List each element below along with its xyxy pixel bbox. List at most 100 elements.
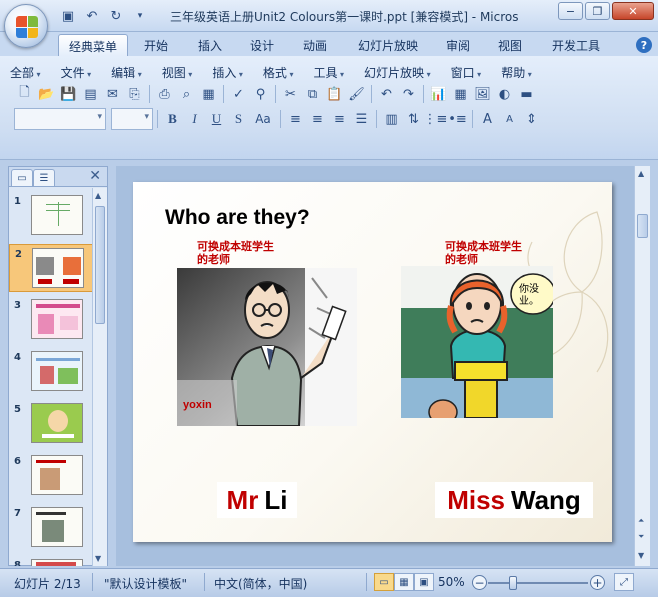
bullets-icon[interactable]: •≡ [447,109,468,129]
slide-thumbnail[interactable]: 7 [9,504,93,552]
font-name-combo[interactable] [14,108,106,130]
slide-thumbnail[interactable]: 5 [9,400,93,448]
paste-icon[interactable]: 📋 [324,84,345,104]
color-grayscale-icon[interactable]: ◐ [494,84,515,104]
copy-icon[interactable]: ⧉ [302,84,323,104]
zoom-level[interactable]: 50% [438,575,465,589]
redo-icon[interactable]: ↷ [398,84,419,104]
normal-view-icon[interactable]: ▭ [374,573,394,591]
next-slide-icon[interactable]: ⏷ [638,532,644,542]
tab-animations[interactable]: 动画 [293,34,337,56]
grow-font-icon[interactable]: A [477,109,498,129]
previous-slide-icon[interactable]: ⏶ [638,516,644,526]
menu-help[interactable]: 帮助 [501,64,532,81]
columns-icon[interactable]: ▥ [381,109,402,129]
italic-button[interactable]: I [184,109,205,129]
justify-icon[interactable]: ☰ [351,109,372,129]
slide-thumbnail[interactable]: 1 [9,192,93,240]
menu-window[interactable]: 窗口 [451,64,482,81]
cut-icon[interactable]: ✂ [280,84,301,104]
bold-button[interactable]: B [162,109,183,129]
fit-to-window-icon[interactable]: ⤢ [614,573,634,591]
save-icon[interactable]: 💾 [58,84,79,104]
name-label-miss-wang[interactable]: Miss Wang [435,482,593,518]
research-icon[interactable]: ⚲ [250,84,271,104]
menu-format[interactable]: 格式 [263,64,294,81]
menu-slideshow[interactable]: 幻灯片放映 [364,64,431,81]
align-center-icon[interactable]: ≡ [307,109,328,129]
tab-home[interactable]: 开始 [134,34,178,56]
new-file-icon[interactable]: 🗋 [14,84,35,104]
format-painter-icon[interactable]: 🖌 [346,84,367,104]
tab-view[interactable]: 视图 [488,34,532,56]
shrink-font-icon[interactable]: A [499,109,520,129]
text-direction-icon[interactable]: ⇅ [403,109,424,129]
zoom-icon[interactable]: ▬ [516,84,537,104]
scroll-up-icon[interactable]: ▲ [638,169,644,178]
outline-tab-icon[interactable]: ☰ [33,169,55,186]
menu-all[interactable]: 全部 [10,64,41,81]
restore-button[interactable]: ❐ [585,2,610,20]
scroll-thumb[interactable] [95,206,105,324]
print-preview-icon[interactable]: ⌕ [176,84,197,104]
slide-canvas[interactable]: Who are they? 可换成本班学生 的老师 可换成本班学生 的老师 yo… [133,182,612,542]
close-button[interactable]: ✕ [612,2,654,20]
female-teacher-picture[interactable]: 你没 业。 [401,266,553,418]
change-case-button[interactable]: Aa [250,109,276,129]
slide-thumbnail[interactable]: 3 [9,296,93,344]
numbering-icon[interactable]: ⋮≡ [424,109,448,129]
menu-view[interactable]: 视图 [162,64,193,81]
menu-tools[interactable]: 工具 [313,64,344,81]
align-left-icon[interactable]: ≡ [285,109,306,129]
underline-button[interactable]: U [206,109,227,129]
slideshow-view-icon[interactable]: ▣ [414,573,434,591]
undo-icon[interactable]: ↶ [82,7,102,25]
male-teacher-picture[interactable]: yoxin [177,268,357,426]
tab-review[interactable]: 审阅 [436,34,480,56]
tab-insert[interactable]: 插入 [188,34,232,56]
menu-file[interactable]: 文件 [61,64,92,81]
slides-tab-icon[interactable]: ▭ [11,169,33,186]
publish-icon[interactable]: ⎘ [124,84,145,104]
office-button[interactable] [4,4,48,48]
tab-slideshow[interactable]: 幻灯片放映 [348,34,428,56]
font-size-combo[interactable] [111,108,153,130]
permission-icon[interactable]: ▤ [80,84,101,104]
save-icon[interactable]: ▣ [58,7,78,25]
menu-insert[interactable]: 插入 [212,64,243,81]
line-spacing-icon[interactable]: ⇕ [521,109,542,129]
chart-icon[interactable]: 📊 [428,84,449,104]
zoom-slider[interactable] [488,576,588,590]
scroll-down-icon[interactable]: ▼ [638,551,644,560]
print-icon[interactable]: ⎙ [154,84,175,104]
align-right-icon[interactable]: ≡ [329,109,350,129]
open-folder-icon[interactable]: 📂 [36,84,57,104]
close-panel-icon[interactable]: ✕ [89,168,101,184]
slide-thumbnail-selected[interactable]: 2 [9,244,93,292]
undo-icon[interactable]: ↶ [376,84,397,104]
email-icon[interactable]: ✉ [102,84,123,104]
zoom-out-icon[interactable]: − [472,575,487,590]
tab-design[interactable]: 设计 [240,34,284,56]
zoom-in-icon[interactable]: + [590,575,605,590]
slide-thumbnail[interactable]: 6 [9,452,93,500]
menu-edit[interactable]: 编辑 [111,64,142,81]
tab-developer[interactable]: 开发工具 [542,34,610,56]
tab-classic-menu[interactable]: 经典菜单 [58,34,129,56]
table-icon[interactable]: ▦ [450,84,471,104]
zoom-slider-knob[interactable] [509,576,518,590]
name-label-mr-li[interactable]: Mr Li [217,482,297,518]
slide-thumbnail[interactable]: 8 [9,556,93,566]
slide-scrollbar[interactable]: ▲ ⏶ ⏷ ▼ [634,166,650,566]
scroll-up-icon[interactable]: ▲ [95,191,101,200]
picture-icon[interactable]: 🖼 [472,84,493,104]
customize-qat-icon[interactable]: ▾ [130,7,150,25]
redo-icon[interactable]: ↻ [106,7,126,25]
spelling-icon[interactable]: ✓ [228,84,249,104]
thumbnails-scrollbar[interactable]: ▲ ▼ [92,188,107,566]
minimize-button[interactable]: − [558,2,583,20]
language-indicator[interactable]: 中文(简体，中国) [214,575,307,592]
scroll-thumb[interactable] [637,214,648,238]
slide-sorter-icon[interactable]: ▦ [394,573,414,591]
slide-thumbnail[interactable]: 4 [9,348,93,396]
